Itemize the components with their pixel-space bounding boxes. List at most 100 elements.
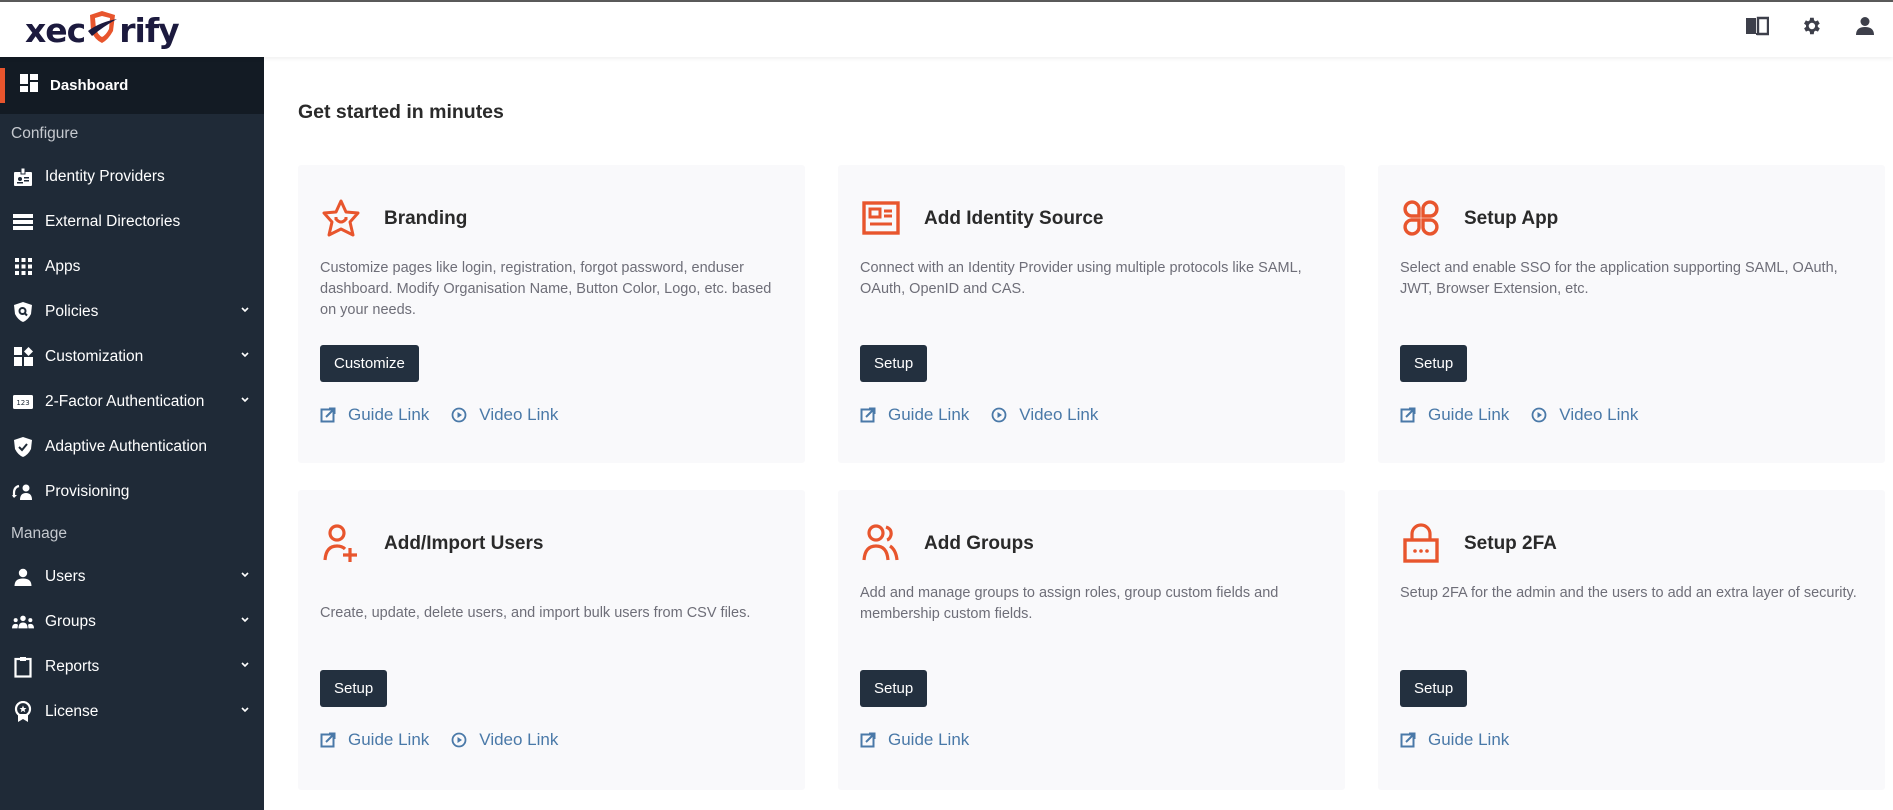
- guide-link[interactable]: Guide Link: [320, 730, 429, 750]
- play-circle-icon: [451, 407, 467, 423]
- external-link-icon: [1400, 407, 1416, 423]
- card-add-identity-source: Add Identity Source Connect with an Iden…: [838, 165, 1345, 463]
- chevron-down-icon: [241, 397, 249, 403]
- shield-search-icon: [12, 301, 34, 323]
- guide-link-label: Guide Link: [348, 730, 430, 749]
- sidebar-item-license[interactable]: License: [0, 689, 264, 734]
- guide-link-label: Guide Link: [888, 405, 970, 424]
- card-description: Select and enable SSO for the applicatio…: [1400, 260, 1838, 297]
- guide-link-label: Guide Link: [1428, 405, 1510, 424]
- sidebar-item-label: External Directories: [45, 212, 181, 230]
- chevron-down-icon: [241, 662, 249, 668]
- sidebar-item-label: 2-Factor Authentication: [45, 392, 205, 410]
- chevron-down-icon: [241, 572, 249, 578]
- section-title-manage: Manage: [11, 525, 68, 542]
- customize-button[interactable]: Customize: [320, 345, 419, 382]
- user-icon[interactable]: [1851, 12, 1879, 40]
- card-description: Setup 2FA for the admin and the users to…: [1400, 585, 1857, 601]
- card-add-import-users: Add/Import Users Create, update, delete …: [298, 490, 805, 790]
- svg-text:123: 123: [16, 399, 29, 407]
- play-circle-icon: [1531, 407, 1547, 423]
- sidebar-item-label: Adaptive Authentication: [45, 437, 208, 455]
- sidebar-item-label: Groups: [45, 612, 96, 630]
- sidebar-item-apps[interactable]: Apps: [0, 244, 264, 289]
- card-title: Add Identity Source: [924, 208, 1104, 229]
- card-branding: Branding Customize pages like login, reg…: [298, 165, 805, 463]
- id-badge-icon: [12, 166, 34, 188]
- sidebar-item-identity-providers[interactable]: Identity Providers: [0, 154, 264, 199]
- setup-button[interactable]: Setup: [860, 670, 928, 707]
- external-link-icon: [320, 732, 336, 748]
- chevron-down-icon: [241, 617, 249, 623]
- play-circle-icon: [991, 407, 1007, 423]
- main-content: Get started in minutes Branding Customiz…: [264, 57, 1893, 810]
- setup-button[interactable]: Setup: [1400, 670, 1468, 707]
- video-link[interactable]: Video Link: [451, 730, 558, 750]
- card-title: Add/Import Users: [384, 533, 544, 554]
- video-link[interactable]: Video Link: [991, 405, 1098, 425]
- video-link-label: Video Link: [1559, 405, 1639, 424]
- sidebar-item-dashboard[interactable]: Dashboard: [0, 57, 264, 114]
- award-icon: [12, 700, 34, 723]
- user-plus-icon: [320, 522, 362, 564]
- apps-icon: [1400, 197, 1442, 239]
- guide-link-label: Guide Link: [888, 730, 970, 749]
- card-title: Branding: [384, 208, 468, 229]
- sidebar-item-external-directories[interactable]: External Directories: [0, 199, 264, 244]
- logo-shield-icon: [86, 9, 118, 45]
- card-title: Setup App: [1464, 208, 1559, 229]
- setup-button[interactable]: Setup: [860, 345, 928, 382]
- guide-link-label: Guide Link: [1428, 730, 1510, 749]
- guide-link-label: Guide Link: [348, 405, 430, 424]
- sidebar-item-reports[interactable]: Reports: [0, 644, 264, 689]
- sidebar-item-policies[interactable]: Policies: [0, 289, 264, 334]
- card-add-groups: Add Groups Add and manage groups to assi…: [838, 490, 1345, 790]
- guide-link[interactable]: Guide Link: [1400, 405, 1509, 425]
- external-link-icon: [860, 407, 876, 423]
- users-icon: [860, 522, 902, 564]
- guide-link[interactable]: Guide Link: [860, 730, 969, 750]
- card-description: Connect with an Identity Provider using …: [860, 260, 1302, 297]
- video-link[interactable]: Video Link: [451, 405, 558, 425]
- sidebar-item-provisioning[interactable]: Provisioning: [0, 469, 264, 514]
- sidebar-item-label: Identity Providers: [45, 167, 165, 185]
- sidebar-item-label: Reports: [45, 657, 100, 675]
- sidebar-item-2fa[interactable]: 123 2-Factor Authentication: [0, 379, 264, 424]
- guide-link[interactable]: Guide Link: [1400, 730, 1509, 750]
- gear-icon[interactable]: [1797, 12, 1825, 40]
- sidebar-item-label: Dashboard: [50, 77, 129, 94]
- top-bar: xec rify: [0, 2, 1893, 57]
- card-description: Add and manage groups to assign roles, g…: [860, 585, 1279, 622]
- sidebar-item-adaptive-authentication[interactable]: Adaptive Authentication: [0, 424, 264, 469]
- logo[interactable]: xec rify: [25, 8, 180, 52]
- external-link-icon: [1400, 732, 1416, 748]
- sidebar-item-label: License: [45, 702, 99, 720]
- sidebar-item-customization[interactable]: Customization: [0, 334, 264, 379]
- play-circle-icon: [451, 732, 467, 748]
- sidebar-item-label: Customization: [45, 347, 144, 365]
- external-link-icon: [860, 732, 876, 748]
- video-link-label: Video Link: [479, 730, 559, 749]
- groups-icon: [12, 611, 34, 633]
- star-icon: [320, 197, 362, 239]
- card-title: Add Groups: [924, 533, 1034, 554]
- widgets-icon: [12, 346, 34, 368]
- sidebar-item-users[interactable]: Users: [0, 554, 264, 599]
- setup-button[interactable]: Setup: [320, 670, 388, 707]
- sync-user-icon: [12, 481, 34, 503]
- card-setup-app: Setup App Select and enable SSO for the …: [1378, 165, 1885, 463]
- dashboard-icon: [20, 74, 38, 97]
- logo-text-prefix: xec: [25, 10, 86, 50]
- video-link[interactable]: Video Link: [1531, 405, 1638, 425]
- guide-link[interactable]: Guide Link: [860, 405, 969, 425]
- setup-button[interactable]: Setup: [1400, 345, 1468, 382]
- id-card-icon: [860, 197, 902, 239]
- book-icon[interactable]: [1743, 12, 1771, 40]
- sidebar-item-label: Apps: [45, 257, 81, 275]
- guide-link[interactable]: Guide Link: [320, 405, 429, 425]
- sidebar-item-label: Users: [45, 567, 86, 585]
- chevron-down-icon: [241, 707, 249, 713]
- user-icon: [12, 566, 34, 588]
- chevron-down-icon: [241, 307, 249, 313]
- sidebar-item-groups[interactable]: Groups: [0, 599, 264, 644]
